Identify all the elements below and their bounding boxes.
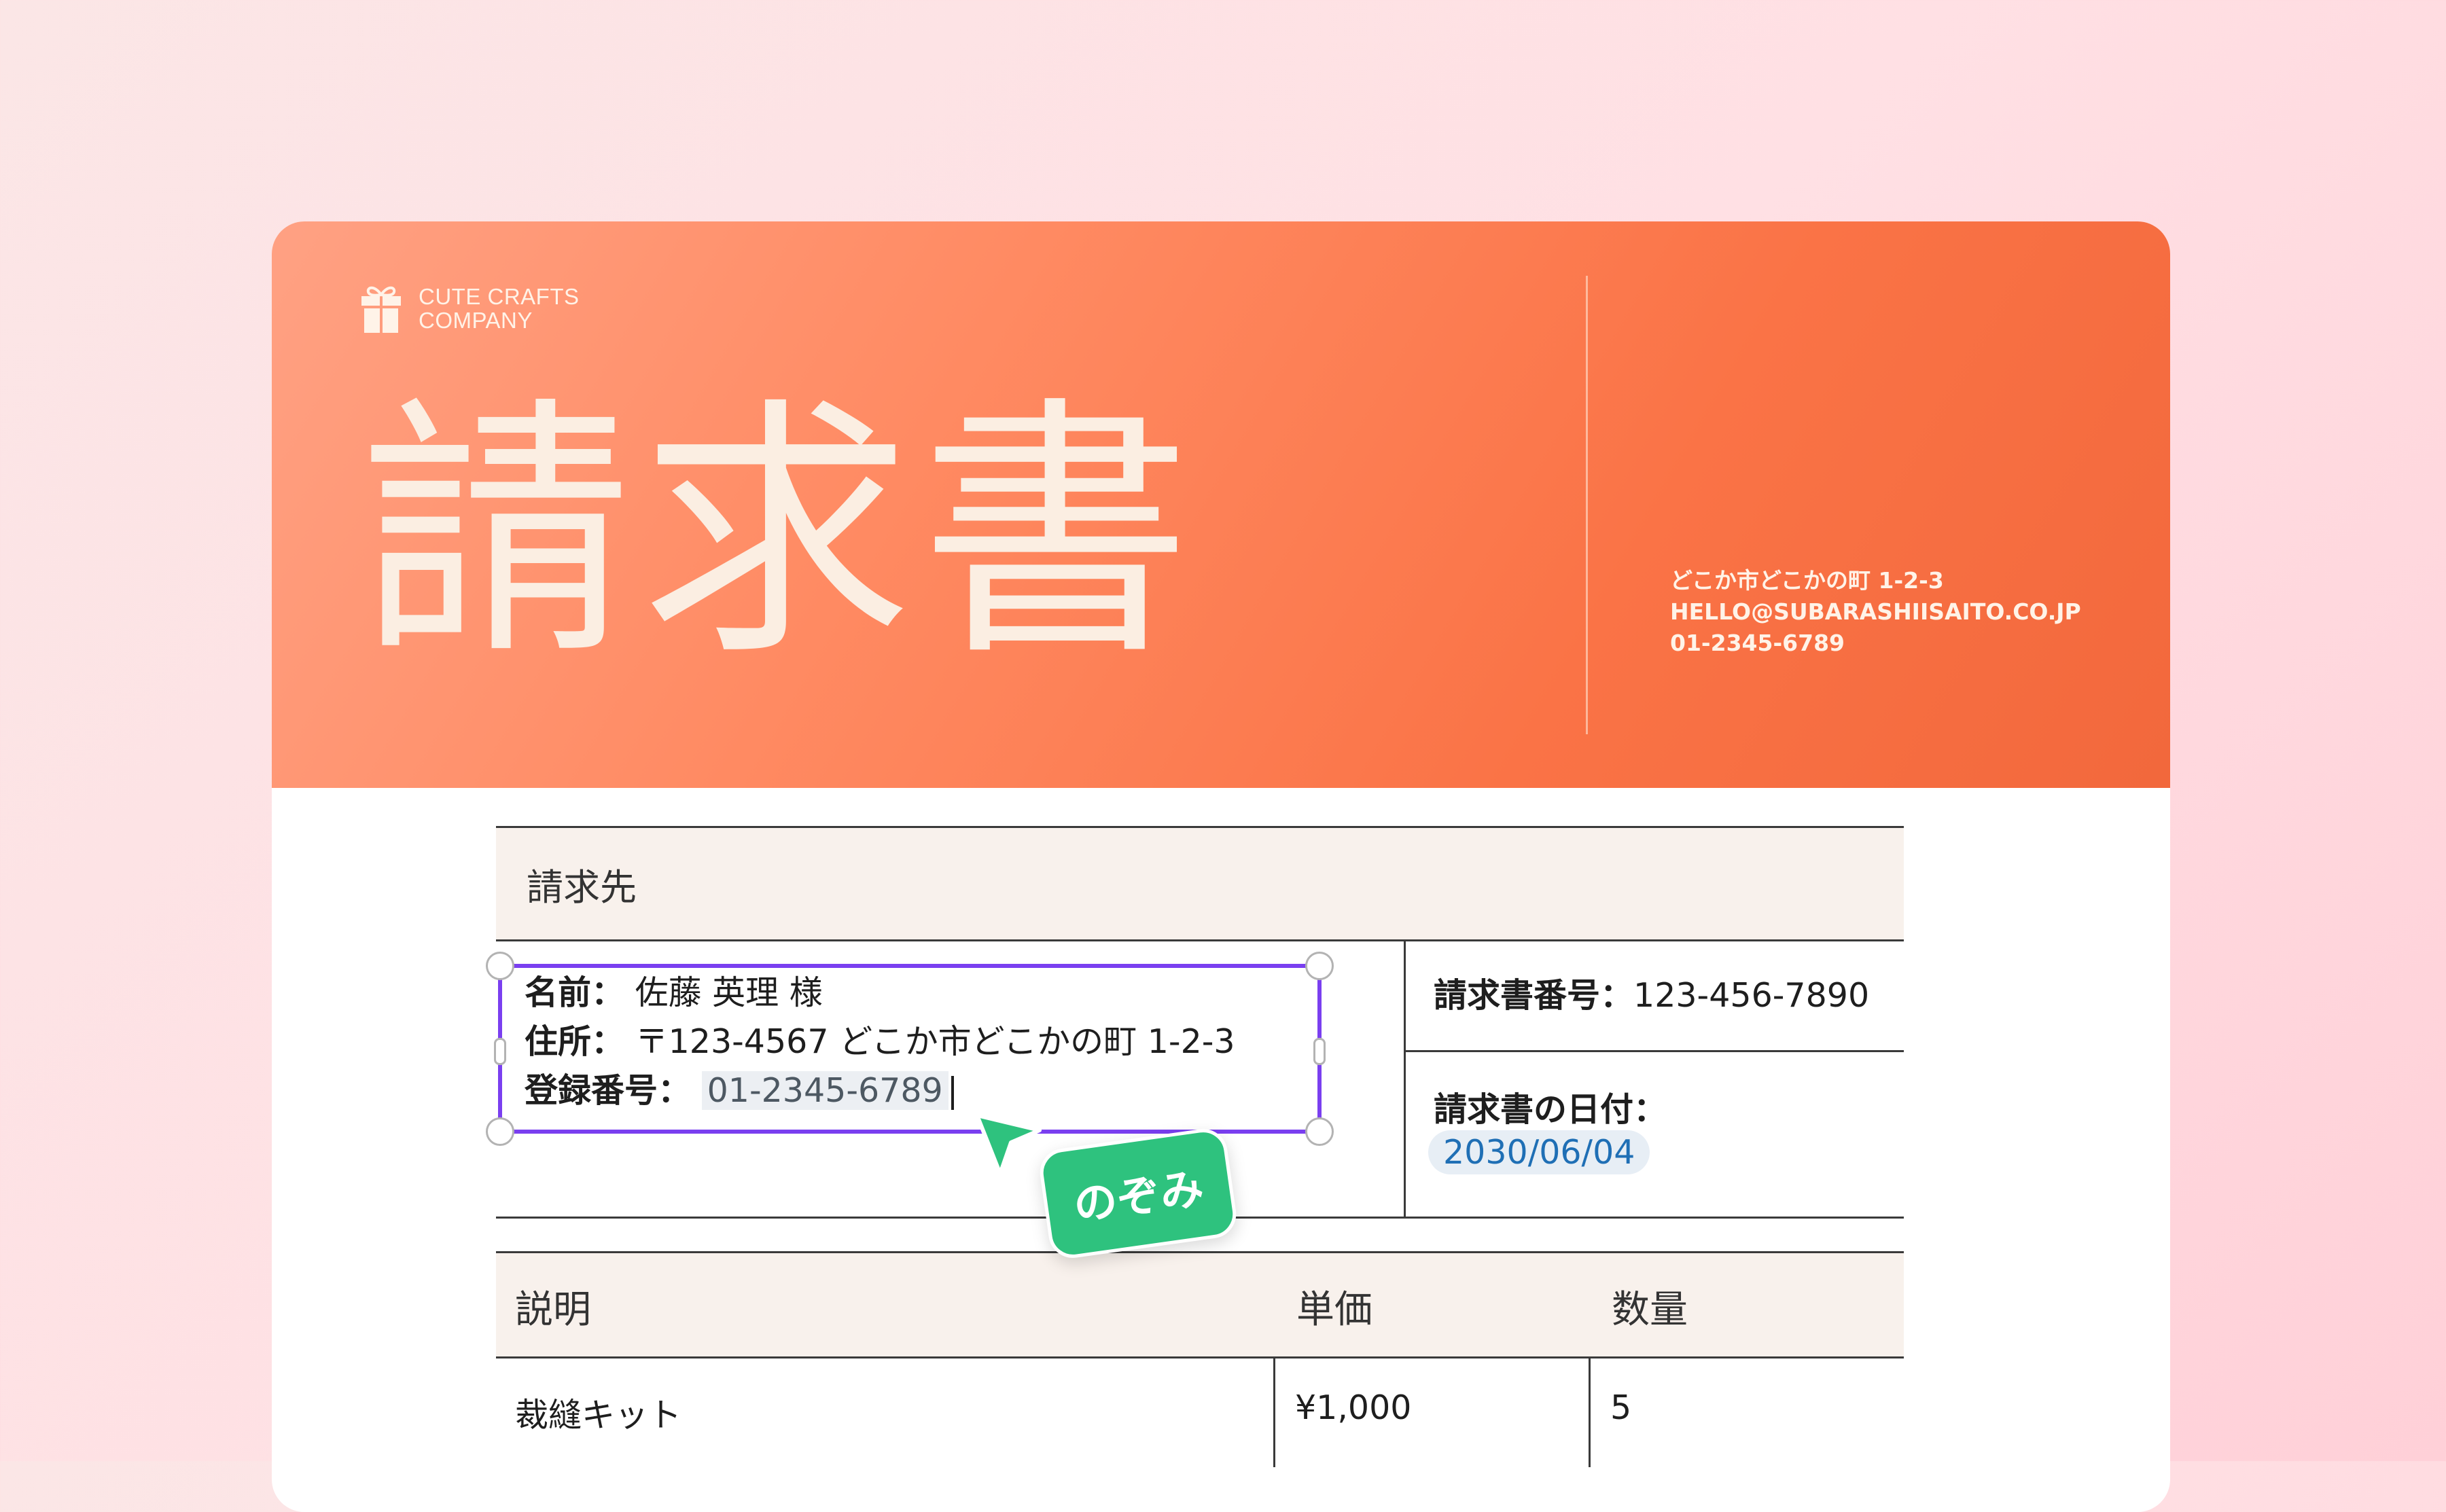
invoice-number-value: 123-456-7890: [1633, 976, 1870, 1015]
resize-handle-top-left[interactable]: [486, 952, 514, 980]
bill-to-heading[interactable]: 請求先: [496, 826, 1904, 941]
line-items-table: 説明 単価 数量 裁縫キット ¥1,000 5: [496, 1251, 1904, 1467]
resize-handle-right[interactable]: [1313, 1038, 1326, 1065]
column-header-description[interactable]: 説明: [515, 1279, 591, 1334]
invoice-card: CUTE CRAFTS COMPANY 請求書 どこか市どこかの町 1-2-3 …: [272, 221, 2170, 1512]
contact-info[interactable]: どこか市どこかの町 1-2-3 HELLO@SUBARASHIISAITO.CO…: [1670, 565, 2081, 659]
invoice-date-label: 請求書の日付：: [1434, 1090, 1667, 1129]
column-divider: [1404, 941, 1406, 1217]
brand-logo: CUTE CRAFTS COMPANY: [360, 283, 580, 334]
item-unit-price[interactable]: ¥1,000: [1295, 1388, 1411, 1427]
column-divider: [1273, 1358, 1275, 1467]
resize-handle-left[interactable]: [494, 1038, 506, 1065]
resize-handle-top-right[interactable]: [1305, 952, 1334, 980]
invoice-header: CUTE CRAFTS COMPANY 請求書 どこか市どこかの町 1-2-3 …: [272, 221, 2170, 788]
contact-phone: 01-2345-6789: [1670, 630, 1845, 656]
invoice-date-chip[interactable]: 2030/06/04: [1428, 1130, 1650, 1174]
resize-handle-bottom-right[interactable]: [1305, 1117, 1334, 1146]
item-description[interactable]: 裁縫キット: [515, 1388, 681, 1437]
item-quantity[interactable]: 5: [1610, 1388, 1631, 1427]
header-divider: [1586, 276, 1588, 734]
column-divider: [1589, 1358, 1591, 1467]
gift-icon: [361, 286, 401, 333]
resize-handle-bottom-left[interactable]: [486, 1117, 514, 1146]
invoice-number-label: 請求書番号：: [1434, 976, 1634, 1015]
contact-email: HELLO@SUBARASHIISAITO.CO.JP: [1670, 598, 2081, 625]
page-title[interactable]: 請求書: [360, 378, 1200, 690]
column-header-unit-price[interactable]: 単価: [1296, 1279, 1372, 1334]
cursor-arrow-icon: [975, 1113, 1042, 1176]
selection-frame[interactable]: [486, 952, 1334, 1146]
contact-address: どこか市どこかの町 1-2-3: [1670, 567, 1944, 594]
row-divider: [1404, 1050, 1904, 1052]
table-row[interactable]: 裁縫キット ¥1,000 5: [496, 1358, 1904, 1467]
brand-name-line2: COMPANY: [419, 308, 533, 333]
invoice-number[interactable]: 請求書番号：123-456-7890: [1434, 969, 1869, 1017]
column-header-quantity[interactable]: 数量: [1612, 1279, 1688, 1334]
brand-name-line1: CUTE CRAFTS: [419, 284, 580, 309]
collaborator-cursor: [972, 1111, 1046, 1182]
table-header: 説明 単価 数量: [496, 1251, 1904, 1358]
